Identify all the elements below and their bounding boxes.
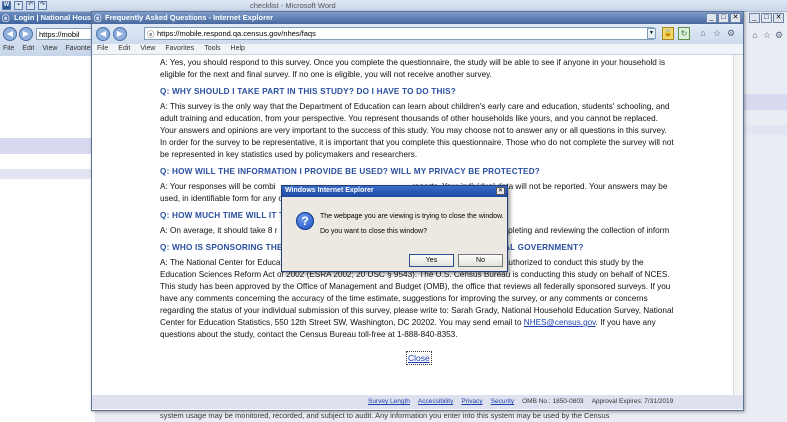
footer-approval-date: Approval Expires: 7/31/2019: [591, 398, 674, 405]
word-app-icon: W: [2, 1, 11, 10]
gear-icon[interactable]: ⚙: [726, 28, 736, 39]
footer-security-link[interactable]: Security: [491, 398, 514, 409]
footer-survey-length-link[interactable]: Survey Length: [368, 398, 410, 409]
maximize-button[interactable]: □: [718, 13, 729, 23]
footer-omb-number: OMB No.: 1850-0803: [522, 398, 584, 405]
dialog-message: The webpage you are viewing is trying to…: [320, 213, 504, 220]
question-icon: ?: [296, 212, 314, 230]
menu-favorites[interactable]: Favorite: [65, 45, 90, 52]
menu-file[interactable]: File: [3, 45, 14, 52]
answer-why-take-part: A: This survey is the only way that the …: [160, 102, 674, 159]
dialog-title-bar[interactable]: Windows Internet Explorer ✕: [282, 186, 507, 197]
menu-favorites[interactable]: Favorites: [165, 45, 194, 54]
background-ie-title: Login | National Househo: [14, 13, 95, 22]
ie-page-icon: ⓔ: [147, 30, 155, 39]
back-icon[interactable]: ◀: [96, 27, 110, 41]
back-icon[interactable]: ◀: [3, 27, 17, 41]
redo-icon[interactable]: ↷: [38, 1, 47, 10]
faq-window-controls: _ □ ✕: [706, 13, 741, 23]
star-icon[interactable]: ☆: [712, 28, 722, 39]
dialog-question: Do you want to close this window?: [320, 228, 427, 235]
background-menu-bar: File Edit View Favorite: [3, 45, 95, 52]
menu-tools[interactable]: Tools: [204, 45, 220, 54]
background-toolbar-icons: ⌂ ☆ ⚙: [750, 30, 784, 40]
background-address-bar[interactable]: https://mobil: [36, 28, 94, 40]
star-icon[interactable]: ☆: [762, 30, 772, 40]
ie-logo-icon: ⓔ: [94, 14, 102, 23]
address-bar[interactable]: ⓔ https://mobile.respond.qa.census.gov/n…: [144, 27, 654, 40]
word-title: checklist - Microsoft Word: [250, 1, 336, 10]
close-window-dialog: Windows Internet Explorer ✕ ? The webpag…: [281, 185, 508, 272]
menu-edit[interactable]: Edit: [118, 45, 130, 54]
word-quick-access: W ▪ ↶ ↷: [2, 1, 47, 10]
dialog-close-button[interactable]: ✕: [496, 187, 505, 195]
question-privacy: Q: HOW WILL THE INFORMATION I PROVIDE BE…: [160, 167, 541, 176]
question-why-take-part: Q: WHY SHOULD I TAKE PART IN THIS STUDY?…: [160, 87, 456, 96]
forward-icon[interactable]: ▶: [19, 27, 33, 41]
address-dropdown-icon[interactable]: ▼: [647, 28, 656, 39]
dialog-title: Windows Internet Explorer: [285, 187, 374, 194]
background-ie-nav: ◀ ▶ https://mobil File Edit View Favorit…: [0, 24, 95, 56]
undo-icon[interactable]: ↶: [26, 1, 35, 10]
faq-navigation-bar: ◀ ▶ ⓔ https://mobile.respond.qa.census.g…: [92, 24, 743, 44]
vertical-scrollbar[interactable]: [733, 55, 743, 399]
home-icon[interactable]: ⌂: [750, 30, 760, 40]
refresh-icon[interactable]: ↻: [678, 27, 690, 40]
menu-view[interactable]: View: [42, 45, 57, 52]
answer-eligibility: A: Yes, you should respond to this surve…: [160, 58, 666, 79]
background-page: [0, 56, 95, 422]
minimize-button[interactable]: _: [706, 13, 717, 23]
background-banner: [0, 138, 95, 154]
close-button[interactable]: ✕: [730, 13, 741, 23]
yes-button[interactable]: Yes: [409, 254, 454, 267]
footer-accessibility-link[interactable]: Accessibility: [418, 398, 453, 409]
faq-menu-bar: File Edit View Favorites Tools Help: [92, 44, 743, 55]
background-ie-title-bar[interactable]: ⓔ Login | National Househo: [0, 12, 95, 24]
close-button[interactable]: ✕: [773, 13, 784, 23]
minimize-button[interactable]: _: [749, 13, 760, 23]
menu-edit[interactable]: Edit: [22, 45, 34, 52]
faq-footer: Survey Length Accessibility Privacy Secu…: [92, 395, 743, 409]
lock-icon[interactable]: 🔒: [662, 27, 674, 40]
close-link[interactable]: Close: [406, 351, 432, 365]
home-icon[interactable]: ⌂: [698, 28, 708, 39]
background-banner-right: [744, 94, 787, 110]
footer-privacy-link[interactable]: Privacy: [461, 398, 482, 409]
background-notice-text: system usage may be monitored, recorded,…: [160, 411, 610, 420]
menu-help[interactable]: Help: [231, 45, 245, 54]
email-link[interactable]: NHES@census.gov: [524, 318, 596, 327]
background-right-strip: _ □ ✕ ⌂ ☆ ⚙: [744, 12, 787, 422]
menu-view[interactable]: View: [140, 45, 155, 54]
faq-toolbar-icons: ⌂ ☆ ⚙: [698, 28, 736, 39]
faq-title-bar[interactable]: ⓔ Frequently Asked Questions - Internet …: [92, 12, 743, 24]
faq-window-title: Frequently Asked Questions - Internet Ex…: [105, 13, 274, 22]
gear-icon[interactable]: ⚙: [774, 30, 784, 40]
menu-file[interactable]: File: [97, 45, 108, 54]
ie-logo-icon: ⓔ: [2, 14, 10, 23]
no-button[interactable]: No: [458, 254, 503, 267]
address-url: https://mobile.respond.qa.census.gov/nhe…: [157, 29, 316, 38]
background-banner-sub: [0, 169, 95, 179]
forward-icon[interactable]: ▶: [113, 27, 127, 41]
background-window-controls: _ □ ✕: [749, 13, 784, 23]
background-banner-sub-right: [744, 125, 787, 135]
maximize-button[interactable]: □: [761, 13, 772, 23]
save-icon[interactable]: ▪: [14, 1, 23, 10]
